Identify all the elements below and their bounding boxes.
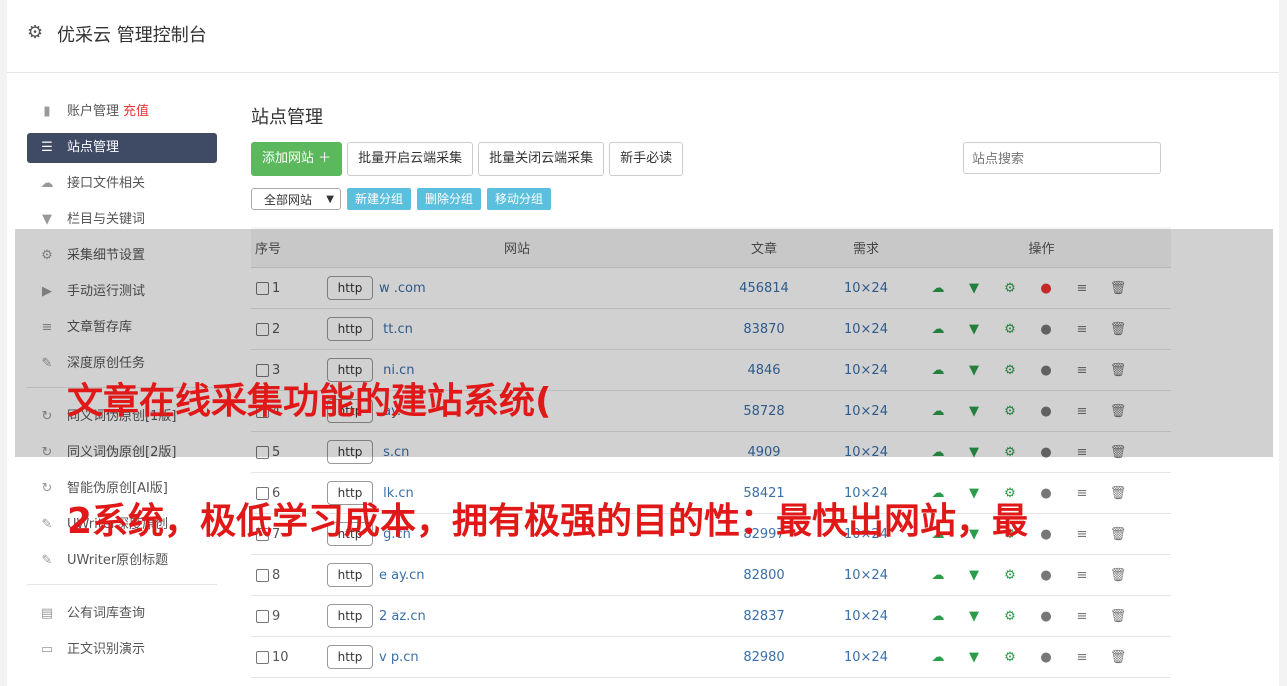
add-site-button[interactable]: 添加网站 ＋ (251, 142, 343, 176)
batch-enable-cloud-button[interactable]: 批量开启云端采集 (347, 142, 474, 176)
refresh-icon: ↻ (41, 481, 53, 496)
header-bar: ⚙ 优采云 管理控制台 (7, 0, 1279, 73)
sidebar-item-label: 栏目与关键词 (67, 212, 146, 227)
filter-icon[interactable]: ▼ (956, 609, 992, 624)
database-icon[interactable]: ≡ (1064, 568, 1100, 583)
row-checkbox[interactable] (256, 650, 269, 664)
cloud-upload-icon[interactable]: ☁ (920, 609, 956, 624)
site-domain[interactable]: 2 az.cn (379, 609, 426, 624)
server-icon: ☰ (41, 140, 53, 155)
recharge-link[interactable]: 充值 (123, 104, 149, 119)
group-select-value: 全部网站 (264, 193, 313, 207)
group-select[interactable]: 全部网站 ▼ (251, 188, 341, 210)
http-tag[interactable]: http (327, 645, 373, 669)
batch-disable-cloud-button[interactable]: 批量关闭云端采集 (478, 142, 605, 176)
sidebar-item-label: 正文识别演示 (67, 642, 146, 657)
delete-group-button[interactable]: 删除分组 (417, 188, 482, 210)
cloud-upload-icon[interactable]: ☁ (920, 650, 956, 665)
http-tag[interactable]: http (327, 604, 373, 628)
database-icon[interactable]: ≡ (1064, 650, 1100, 665)
site-cell: http 2 az.cn (326, 595, 708, 637)
play-circle-icon[interactable]: ● (1028, 486, 1064, 501)
cloud-upload-icon: ☁ (40, 176, 54, 191)
play-circle-icon[interactable]: ● (1028, 609, 1064, 624)
sidebar-item[interactable]: ✎ UWriter原创标题 (27, 546, 217, 576)
table-row: 8 http e ay.cn 82800 10×24 ☁ ▼ ⚙ ● ≡ 🗑 (251, 554, 1171, 596)
play-circle-icon[interactable]: ● (1028, 568, 1064, 583)
group-toolbar: 全部网站 ▼ 新建分组 删除分组 移动分组 (251, 188, 557, 210)
sidebar-item[interactable]: ▭ 正文识别演示 (27, 635, 217, 665)
table-row: 9 http 2 az.cn 82837 10×24 ☁ ▼ ⚙ ● ≡ 🗑 (251, 595, 1171, 637)
site-search-input[interactable] (963, 142, 1161, 174)
site-domain[interactable]: e ay.cn (379, 568, 424, 583)
table-row: 10 http v p.cn 82980 10×24 ☁ ▼ ⚙ ● ≡ 🗑 (251, 636, 1171, 678)
play-circle-icon[interactable]: ● (1028, 527, 1064, 542)
http-tag[interactable]: http (327, 563, 373, 587)
seq-number: 9 (272, 608, 281, 624)
sidebar-item-label: 公有词库查询 (67, 606, 146, 621)
article-count[interactable]: 82980 (708, 636, 820, 678)
trash-icon[interactable]: 🗑 (1100, 609, 1136, 624)
row-checkbox[interactable] (256, 609, 269, 623)
site-cell: http v p.cn (326, 636, 708, 678)
overlay-caption-2: 2系统，极低学习成本，拥有极强的目的性：最快出网站，最 (67, 501, 1029, 542)
guide-button[interactable]: 新手必读 (609, 142, 684, 176)
site-cell: http e ay.cn (326, 554, 708, 596)
row-checkbox[interactable] (256, 568, 269, 582)
monitor-icon: ▭ (40, 642, 54, 657)
edit-icon: ✎ (41, 517, 53, 532)
trash-icon[interactable]: 🗑 (1100, 486, 1136, 501)
seq-number: 10 (272, 649, 289, 665)
trash-icon[interactable]: 🗑 (1100, 650, 1136, 665)
seq-cell: 10 (251, 636, 326, 678)
ops-cell: ☁ ▼ ⚙ ● ≡ 🗑 (912, 554, 1171, 596)
cogs-icon[interactable]: ⚙ (992, 609, 1028, 624)
sidebar-item-label: 账户管理 (67, 104, 120, 119)
sidebar-item[interactable]: ☁ 接口文件相关 (27, 169, 217, 199)
edit-icon: ✎ (41, 553, 53, 568)
demand-value[interactable]: 10×24 (820, 636, 912, 678)
page-title: 站点管理 (251, 107, 323, 128)
sidebar-item[interactable]: ▤ 公有词库查询 (27, 599, 217, 629)
play-circle-icon[interactable]: ● (1028, 650, 1064, 665)
demand-value[interactable]: 10×24 (820, 554, 912, 596)
toolbar: 添加网站 ＋批量开启云端采集 批量关闭云端采集 新手必读 (251, 142, 688, 176)
seq-number: 8 (272, 567, 281, 583)
database-icon[interactable]: ≡ (1064, 527, 1100, 542)
gear-icon: ⚙ (27, 22, 44, 43)
database-icon[interactable]: ≡ (1064, 486, 1100, 501)
cogs-icon[interactable]: ⚙ (992, 650, 1028, 665)
new-group-button[interactable]: 新建分组 (347, 188, 412, 210)
cloud-upload-icon[interactable]: ☁ (920, 568, 956, 583)
bar-chart-icon: ▮ (43, 104, 51, 119)
demand-value[interactable]: 10×24 (820, 595, 912, 637)
filter-icon[interactable]: ▼ (956, 650, 992, 665)
chevron-down-icon: ▼ (326, 194, 334, 205)
sidebar-item-label: 接口文件相关 (67, 176, 146, 191)
sidebar-divider (27, 584, 217, 585)
filter-icon[interactable]: ▼ (956, 568, 992, 583)
book-icon: ▤ (40, 606, 54, 621)
sidebar-item[interactable]: ▮ 账户管理 充值 (27, 97, 217, 127)
site-domain[interactable]: v p.cn (379, 650, 419, 665)
ops-cell: ☁ ▼ ⚙ ● ≡ 🗑 (912, 636, 1171, 678)
sidebar-item-label: UWriter原创标题 (67, 553, 169, 568)
seq-cell: 9 (251, 595, 326, 637)
main-area: 站点管理 添加网站 ＋批量开启云端采集批量关闭云端采集新手必读 全部网站 ▼ 新建分… (251, 103, 1171, 678)
sidebar-item-label: 站点管理 (67, 140, 120, 155)
article-count[interactable]: 82837 (708, 595, 820, 637)
database-icon[interactable]: ≡ (1064, 609, 1100, 624)
cogs-icon[interactable]: ⚙ (992, 568, 1028, 583)
trash-icon[interactable]: 🗑 (1100, 568, 1136, 583)
app-title: 优采云 管理控制台 (57, 25, 207, 46)
trash-icon[interactable]: 🗑 (1100, 527, 1136, 542)
move-group-button[interactable]: 移动分组 (487, 188, 552, 210)
seq-cell: 8 (251, 554, 326, 596)
overlay-caption-1: 文章在线采集功能的建站系统( (67, 381, 552, 422)
article-count[interactable]: 82800 (708, 554, 820, 596)
sidebar-item[interactable]: ☰ 站点管理 (27, 133, 217, 163)
ops-cell: ☁ ▼ ⚙ ● ≡ 🗑 (912, 595, 1171, 637)
